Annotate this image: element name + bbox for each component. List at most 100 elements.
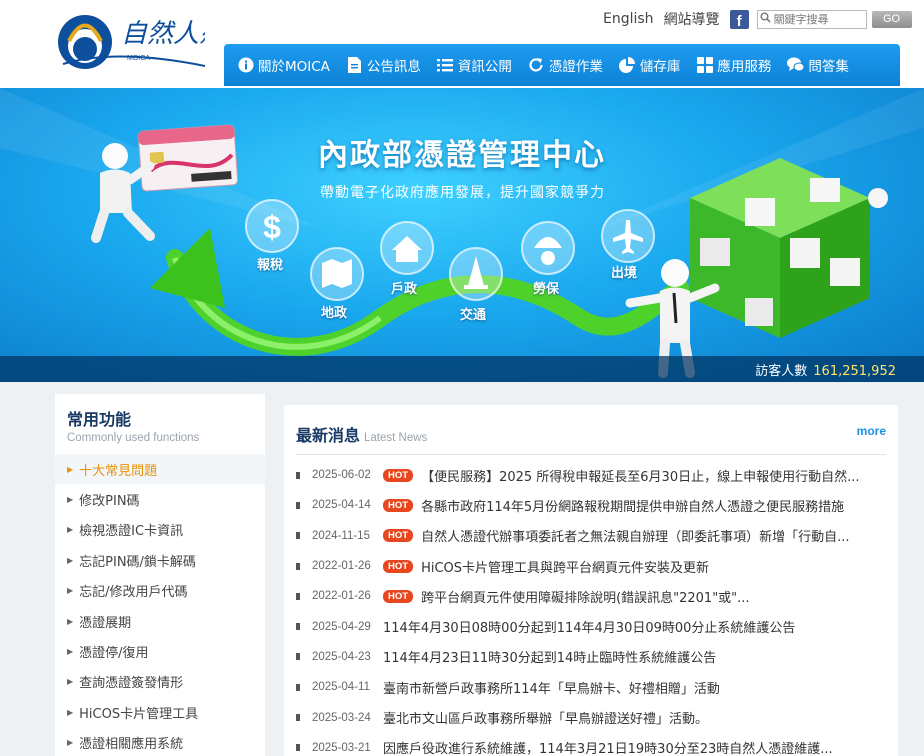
sidebar-item-hicos-tool[interactable]: ▶ HiCOS卡片管理工具 — [55, 697, 265, 727]
news-title-en: Latest News — [364, 432, 428, 444]
nav-label: 儲存庫 — [639, 59, 681, 75]
news-headline[interactable]: 跨平台網頁元件使用障礙排除說明(錯誤訊息"2201"或"... — [421, 587, 750, 606]
news-date: 2025-04-29 — [312, 620, 371, 633]
news-headline[interactable]: 因應戶役政進行系統維護，114年3月21日19時30分至23時自然人憑證維護..… — [383, 738, 833, 756]
bubble-label-traffic: 交通 — [460, 308, 487, 323]
sidebar-item-label: 查詢憑證簽發情形 — [79, 676, 184, 692]
news-date: 2022-01-26 — [312, 560, 371, 573]
sitemap-link[interactable]: 網站導覽 — [664, 9, 720, 29]
triangle-right-icon: ▶ — [67, 616, 74, 626]
nav-item-about[interactable]: 關於MOICA — [224, 55, 338, 75]
news-list: 2025-06-02 HOT 【便民服務】2025 所得稅申報延長至6月30日止，線… — [284, 460, 898, 756]
triangle-right-icon: ▶ — [67, 738, 74, 748]
news-headline[interactable]: 臺南市新營戶政事務所114年「早鳥辦卡、好禮相贈」活動 — [383, 678, 720, 697]
news-item[interactable]: 2025-04-11 臺南市新營戶政事務所114年「早鳥辦卡、好禮相贈」活動 — [284, 672, 898, 702]
triangle-right-icon: ▶ — [67, 464, 74, 474]
news-headline[interactable]: HiCOS卡片管理工具與跨平台網頁元件安裝及更新 — [421, 557, 709, 576]
hot-badge: HOT — [383, 589, 414, 603]
sidebar-item-suspend-resume[interactable]: ▶ 憑證停/復用 — [55, 636, 265, 666]
refresh-icon — [528, 57, 545, 74]
sidebar-item-top10-faq[interactable]: ▶ 十大常見問題 — [55, 454, 265, 485]
visitor-label: 訪客人數 — [755, 364, 808, 379]
search-input[interactable] — [773, 12, 864, 26]
moica-logo[interactable]: 自然人憑證 MOICA — [55, 8, 255, 74]
news-date: 2022-01-26 — [312, 590, 371, 603]
sidebar-item-view-card-info[interactable]: ▶ 檢視憑證IC卡資訊 — [55, 515, 265, 545]
news-date: 2025-04-11 — [312, 681, 370, 694]
bubble-label-tax: 報稅 — [257, 258, 284, 273]
logo-text: 自然人憑證 — [121, 19, 205, 49]
sidebar-item-forgot-pin[interactable]: ▶ 忘記PIN碼/鎖卡解碼 — [55, 545, 265, 575]
hot-badge: HOT — [383, 498, 414, 512]
chat-icon — [787, 57, 805, 74]
news-item[interactable]: 2022-01-26 HOT 跨平台網頁元件使用障礙排除說明(錯誤訊息"2201"或… — [284, 581, 898, 611]
sidebar-item-renewal[interactable]: ▶ 憑證展期 — [55, 606, 265, 636]
bullet-icon — [296, 683, 300, 691]
nav-label: 資訊公開 — [457, 59, 512, 75]
hot-badge: HOT — [383, 468, 414, 482]
news-item[interactable]: 2025-03-24 臺北市文山區戶政事務所舉辦「早鳥辦證送好禮」活動。 — [284, 702, 898, 732]
hot-badge: HOT — [383, 529, 414, 543]
utility-links: English 網站導覽 f GO — [603, 8, 912, 30]
hot-badge: HOT — [383, 559, 414, 573]
sidebar-item-issuance-status[interactable]: ▶ 查詢憑證簽發情形 — [55, 667, 265, 697]
nav-label: 公告訊息 — [366, 59, 421, 75]
nav-item-disclosure[interactable]: 資訊公開 — [429, 55, 520, 75]
news-headline[interactable]: 【便民服務】2025 所得稅申報延長至6月30日止，線上申報使用行動自然... — [421, 466, 859, 485]
search-go-button[interactable]: GO — [871, 10, 912, 28]
news-headline[interactable]: 各縣市政府114年5月份網路報稅期間提供申辦自然人憑證之便民服務措施 — [421, 496, 844, 515]
triangle-right-icon: ▶ — [67, 707, 74, 717]
bubble-label-exit: 出境 — [611, 266, 638, 281]
hero-banner: $ 內政部憑證管理中心 帶動電子化政府應用發展，提升國家競爭力 報稅 地政 戶政… — [0, 88, 924, 382]
sidebar-title: 常用功能 — [67, 410, 132, 429]
bubble-label-land: 地政 — [321, 306, 348, 321]
news-item[interactable]: 2025-04-23 114年4月23日11時30分起到14時止臨時性系統維護公告 — [284, 642, 898, 672]
svg-text:$: $ — [263, 209, 281, 245]
news-headline[interactable]: 自然人憑證代辦事項委託者之無法親自辦理（即委託事項）新增「行動自... — [421, 526, 849, 545]
news-headline[interactable]: 臺北市文山區戶政事務所舉辦「早鳥辦證送好禮」活動。 — [383, 708, 708, 727]
nav-item-repository[interactable]: 儲存庫 — [611, 55, 689, 75]
sidebar-item-user-code[interactable]: ▶ 忘記/修改用戶代碼 — [55, 576, 265, 606]
sidebar-item-related-apps[interactable]: ▶ 憑證相關應用系統 — [55, 728, 265, 756]
news-headline[interactable]: 114年4月23日11時30分起到14時止臨時性系統維護公告 — [383, 647, 716, 666]
news-date: 2025-04-14 — [312, 499, 371, 512]
news-item[interactable]: 2025-04-14 HOT 各縣市政府114年5月份網路報稅期間提供申辦自然人憑證… — [284, 490, 898, 520]
news-date: 2025-03-24 — [312, 711, 371, 724]
labor-bubble — [521, 221, 575, 275]
pie-icon — [619, 57, 636, 74]
site-header: 自然人憑證 MOICA English 網站導覽 f GO 關於MOICA 公告… — [0, 0, 924, 88]
search-box — [756, 9, 867, 29]
visitor-count: 161,251,952 — [813, 364, 896, 379]
nav-item-cert-ops[interactable]: 憑證作業 — [520, 55, 611, 75]
bullet-icon — [296, 744, 300, 752]
news-headline[interactable]: 114年4月30日08時00分起到114年4月30日09時00分止系統維護公告 — [383, 617, 795, 636]
news-item[interactable]: 2025-04-29 114年4月30日08時00分起到114年4月30日09時0… — [284, 611, 898, 641]
news-more-link[interactable]: more — [857, 424, 886, 438]
nav-item-services[interactable]: 應用服務 — [688, 55, 779, 75]
nav-item-announcements[interactable]: 公告訊息 — [338, 55, 429, 75]
news-item[interactable]: 2022-01-26 HOT HiCOS卡片管理工具與跨平台網頁元件安裝及更新 — [284, 551, 898, 581]
nav-item-faq[interactable]: 問答集 — [779, 55, 857, 75]
triangle-right-icon: ▶ — [67, 495, 74, 505]
bullet-icon — [296, 653, 300, 661]
latest-news-panel: 最新消息 Latest News more 2025-06-02 HOT 【便民服務】… — [284, 405, 898, 756]
search-icon — [758, 12, 774, 26]
bullet-icon — [296, 714, 300, 722]
news-item[interactable]: 2024-11-15 HOT 自然人憑證代辦事項委託者之無法親自辦理（即委託事項）新… — [284, 521, 898, 551]
visitor-bar: 訪客人數 161,251,952 — [0, 356, 924, 382]
news-item[interactable]: 2025-03-21 因應戶役政進行系統維護，114年3月21日19時30分至23… — [284, 733, 898, 756]
logo-sub: MOICA — [127, 55, 150, 62]
sidebar-item-change-pin[interactable]: ▶ 修改PIN碼 — [55, 484, 265, 514]
banner-subtitle: 帶動電子化政府應用發展，提升國家競爭力 — [320, 185, 605, 201]
sidebar-item-label: 憑證停/復用 — [79, 646, 149, 662]
exit-bubble — [601, 209, 655, 263]
nav-label: 關於MOICA — [258, 59, 330, 75]
bullet-icon — [296, 501, 300, 509]
bullet-icon — [296, 623, 300, 631]
english-link[interactable]: English — [603, 11, 654, 27]
triangle-right-icon: ▶ — [67, 525, 74, 535]
facebook-icon[interactable]: f — [729, 9, 749, 29]
news-item[interactable]: 2025-06-02 HOT 【便民服務】2025 所得稅申報延長至6月30日止，線… — [284, 460, 898, 490]
bullet-icon — [296, 592, 300, 600]
bullet-icon — [296, 532, 300, 540]
